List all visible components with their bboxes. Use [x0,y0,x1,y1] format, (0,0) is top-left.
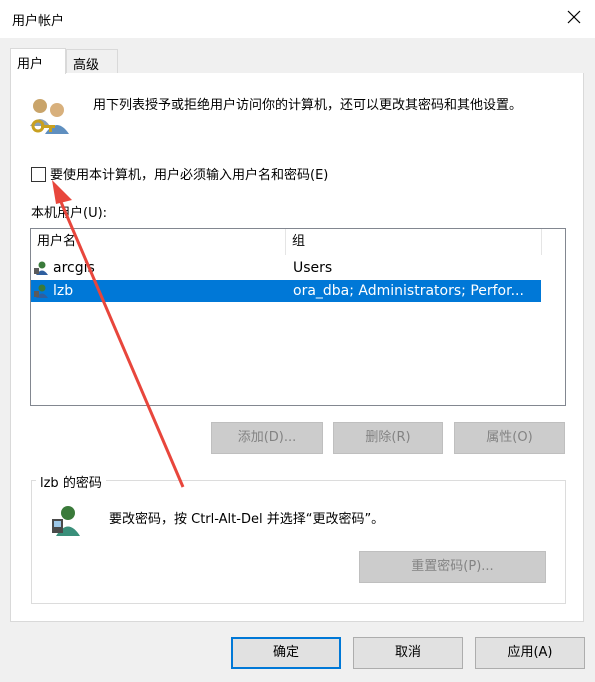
properties-button[interactable]: 属性(O) [454,422,565,454]
user-name: arcgis [53,260,95,276]
add-user-button[interactable]: 添加(D)... [211,422,323,454]
tab-advanced[interactable]: 高级 [66,49,118,73]
tab-users[interactable]: 用户 [10,48,66,74]
column-header-group[interactable]: 组 [286,229,542,255]
require-login-label[interactable]: 要使用本计算机，用户必须输入用户名和密码(E) [50,164,328,183]
cancel-button[interactable]: 取消 [353,637,463,669]
user-password-icon [50,503,84,537]
window-title: 用户帐户 [12,14,65,29]
user-name: lzb [53,283,74,299]
remove-user-button[interactable]: 删除(R) [333,422,443,454]
list-item[interactable]: arcgis Users [31,257,541,279]
password-group-title: lzb 的密码 [36,472,106,491]
column-header-username[interactable]: 用户名 [31,229,286,255]
reset-password-button[interactable]: 重置密码(P)... [359,551,546,583]
close-button[interactable] [565,8,583,26]
list-header: 用户名 组 [31,229,565,255]
local-users-label: 本机用户(U): [31,206,108,221]
password-instructions: 要改密码，按 Ctrl-Alt-Del 并选择“更改密码”。 [109,512,385,527]
apply-button[interactable]: 应用(A) [475,637,585,669]
password-groupbox [31,480,566,604]
title-bar [0,0,595,38]
description-text: 用下列表授予或拒绝用户访问你的计算机，还可以更改其密码和其他设置。 [93,98,523,113]
user-group: ora_dba; Administrators; Perfor... [293,283,524,299]
users-keys-icon [27,96,73,140]
ok-button[interactable]: 确定 [231,637,341,669]
require-login-checkbox[interactable] [31,167,46,182]
user-group: Users [293,260,333,276]
user-icon [34,260,50,276]
list-item-selected[interactable]: lzb ora_dba; Administrators; Perfor... [31,280,541,302]
close-icon [567,10,581,24]
user-icon [34,283,50,299]
